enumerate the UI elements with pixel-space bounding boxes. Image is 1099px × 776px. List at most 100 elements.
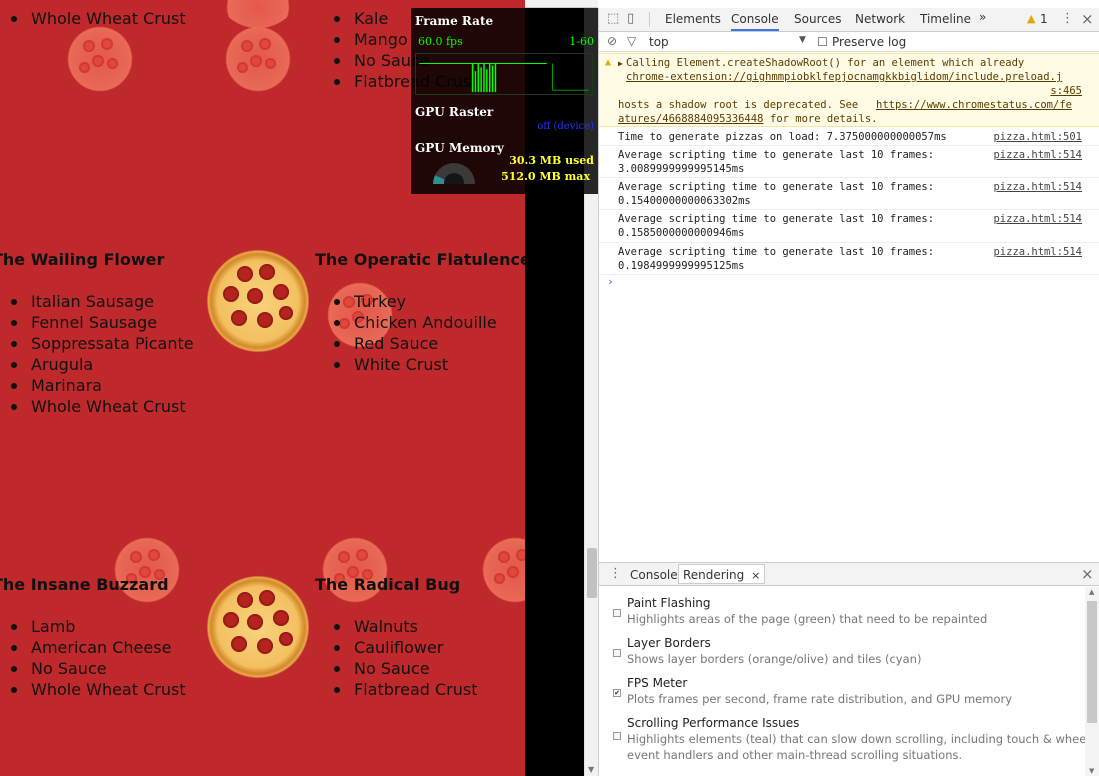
- ingredient: Lamb: [0, 616, 186, 637]
- ingredient: Marinara: [0, 375, 194, 396]
- fps-meter-checkbox[interactable]: ✔: [613, 689, 621, 697]
- ingredient: Soppressata Picante: [0, 333, 194, 354]
- option-description: Plots frames per second, frame rate dist…: [627, 692, 1013, 706]
- more-tabs-icon[interactable]: »: [979, 10, 986, 24]
- console-toolbar: ⊘ ▽ top ▼ Preserve log: [599, 32, 1099, 52]
- ingredient: American Cheese: [0, 637, 186, 658]
- console-message-text: 0.15400000000063302ms: [618, 195, 751, 207]
- inspect-element-icon[interactable]: ⬚: [607, 11, 619, 26]
- filter-icon[interactable]: ▽: [627, 34, 636, 48]
- option-title: FPS Meter: [627, 676, 688, 690]
- chromestatus-link[interactable]: atures/4668884095336448: [618, 113, 763, 125]
- console-message-text: 0.1984999999995125ms: [618, 260, 745, 272]
- option-title: Scrolling Performance Issues: [627, 716, 800, 730]
- tab-sources[interactable]: Sources: [794, 12, 841, 26]
- console-message-text: Average scripting time to generate last …: [618, 213, 935, 225]
- kebab-menu-icon[interactable]: ⋮: [1061, 11, 1074, 26]
- devtools-panel: ⬚ ▯ Elements Console Sources Network Tim…: [598, 8, 1099, 776]
- fps-value: 60.0 fps: [418, 35, 463, 48]
- warning-source-link[interactable]: chrome-extension://gighmmpiobklfepjocnam…: [626, 71, 1062, 83]
- scrolling-performance-checkbox[interactable]: [613, 732, 621, 740]
- paint-flashing-checkbox[interactable]: [613, 609, 621, 617]
- ingredient: Turkey: [323, 291, 497, 312]
- option-description: Highlights areas of the page (green) tha…: [627, 612, 988, 626]
- layer-borders-checkbox[interactable]: [613, 649, 621, 657]
- page-scrollbar-thumb[interactable]: [587, 548, 597, 598]
- gpu-memory-label: GPU Memory: [415, 141, 504, 155]
- ingredient-list: Turkey Chicken Andouille Red Sauce White…: [323, 291, 497, 375]
- device-mode-icon[interactable]: ▯: [627, 11, 634, 26]
- fps-meter: Frame Rate 60.0 fps 1-60 GPU Raster off …: [411, 8, 598, 194]
- ingredient: Whole Wheat Crust: [0, 679, 186, 700]
- ingredient: Whole Wheat Crust: [0, 396, 194, 417]
- warning-source-link[interactable]: s:465: [1050, 85, 1082, 97]
- close-drawer-icon[interactable]: ×: [1081, 565, 1094, 583]
- console-message-text: Time to generate pizzas on load: 7.37500…: [618, 131, 947, 143]
- console-source-link[interactable]: pizza.html:514: [993, 213, 1082, 225]
- gpu-memory-max: 512.0 MB max: [501, 170, 590, 183]
- console-source-link[interactable]: pizza.html:514: [993, 149, 1082, 161]
- ingredient: Whole Wheat Crust: [0, 8, 186, 29]
- drawer-tabbar: ⋮ Console Rendering × ×: [599, 562, 1099, 586]
- ingredient: Chicken Andouille: [323, 312, 497, 333]
- pizza-name: The Radical Bug: [315, 575, 461, 594]
- clear-console-icon[interactable]: ⊘: [607, 34, 617, 48]
- console-message-text: 0.1585000000000946ms: [618, 227, 745, 239]
- pizza-image: [65, 24, 135, 94]
- scroll-down-arrow-icon[interactable]: ▼: [1089, 767, 1094, 775]
- drawer-tab-console[interactable]: Console: [630, 568, 678, 582]
- frame-rate-label: Frame Rate: [415, 14, 494, 28]
- rendering-scrollbar[interactable]: ▲ ▼: [1085, 587, 1099, 776]
- warning-icon[interactable]: ▲: [1027, 12, 1035, 25]
- console-message: Average scripting time to generate last …: [599, 146, 1099, 178]
- fps-graph-spikes: [471, 63, 497, 93]
- console-message: Average scripting time to generate last …: [599, 210, 1099, 243]
- warning-count[interactable]: 1: [1040, 12, 1048, 26]
- pizza-image: [223, 24, 293, 94]
- rendering-scrollbar-thumb[interactable]: [1087, 601, 1097, 723]
- pizza-image: [480, 535, 525, 605]
- ingredient: No Sauce: [0, 658, 186, 679]
- pizza-image: [203, 572, 313, 682]
- console-source-link[interactable]: pizza.html:501: [993, 131, 1082, 143]
- drawer-tab-rendering-label[interactable]: Rendering: [683, 568, 744, 582]
- preserve-log-label[interactable]: Preserve log: [832, 35, 906, 49]
- console-source-link[interactable]: pizza.html:514: [993, 181, 1082, 193]
- expand-triangle-icon[interactable]: ▶: [618, 59, 623, 68]
- close-tab-icon[interactable]: ×: [751, 569, 760, 582]
- ingredient: Italian Sausage: [0, 291, 194, 312]
- tab-elements[interactable]: Elements: [665, 12, 721, 26]
- warning-icon: ▲: [605, 57, 612, 68]
- preserve-log-checkbox[interactable]: [818, 37, 827, 46]
- console-message-text: 3.0089999999995145ms: [618, 163, 745, 175]
- ingredient-list: Walnuts Cauliflower No Sauce Flatbread C…: [323, 616, 478, 700]
- fps-graph: [415, 53, 593, 95]
- rendering-panel: Paint Flashing Highlights areas of the p…: [599, 587, 1099, 776]
- ingredient: Arugula: [0, 354, 194, 375]
- pizza-image: [320, 535, 390, 605]
- console-prompt[interactable]: ›: [607, 275, 614, 288]
- chromestatus-link[interactable]: https://www.chromestatus.com/fe: [876, 99, 1072, 111]
- option-title: Paint Flashing: [627, 596, 711, 610]
- scroll-up-arrow-icon[interactable]: ▲: [1089, 588, 1094, 596]
- chevron-down-icon[interactable]: ▼: [799, 35, 806, 45]
- option-description: Shows layer borders (orange/olive) and t…: [627, 652, 922, 666]
- context-select[interactable]: top: [649, 35, 669, 49]
- drawer-menu-icon[interactable]: ⋮: [609, 566, 622, 581]
- ingredient: Cauliflower: [323, 637, 478, 658]
- warning-text: hosts a shadow root is deprecated. See: [618, 99, 859, 111]
- ingredient-list: Italian Sausage Fennel Sausage Soppressa…: [0, 291, 194, 417]
- console-warning: ▲ ▶ Calling Element.createShadowRoot() f…: [599, 53, 1099, 127]
- gpu-raster-label: GPU Raster: [415, 105, 494, 119]
- scroll-down-arrow-icon[interactable]: ▼: [588, 765, 594, 774]
- tab-console[interactable]: Console: [731, 12, 779, 31]
- console-message: Average scripting time to generate last …: [599, 178, 1099, 210]
- tab-network[interactable]: Network: [855, 12, 905, 26]
- ingredient-list: Whole Wheat Crust: [0, 8, 186, 29]
- console-source-link[interactable]: pizza.html:514: [993, 246, 1082, 258]
- drawer-tab-rendering[interactable]: Rendering ×: [678, 564, 766, 584]
- close-icon[interactable]: ×: [1081, 10, 1094, 28]
- ingredient: Red Sauce: [323, 333, 497, 354]
- tab-timeline[interactable]: Timeline: [920, 12, 971, 26]
- option-description: event handlers and other main-thread scr…: [627, 748, 963, 762]
